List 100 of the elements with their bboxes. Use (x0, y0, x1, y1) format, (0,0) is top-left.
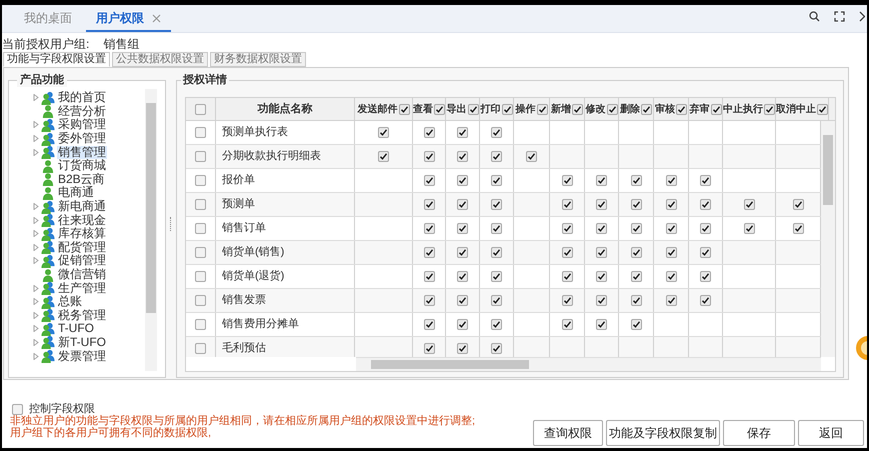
tab[interactable]: 公共数据权限设置 (112, 52, 208, 67)
checkbox[interactable] (572, 104, 583, 114)
checkbox[interactable] (491, 199, 502, 210)
tree-item[interactable]: T-UFO (57, 322, 95, 336)
tree-item[interactable]: 生产管理 (57, 282, 107, 295)
checkbox[interactable] (562, 223, 572, 234)
checkbox[interactable] (457, 199, 468, 210)
checkbox[interactable] (457, 127, 468, 138)
button[interactable]: 查询权限 (533, 420, 603, 446)
checkbox[interactable] (526, 151, 537, 162)
checkbox[interactable] (700, 271, 711, 282)
checkbox[interactable] (491, 343, 502, 354)
checkbox[interactable] (491, 319, 502, 330)
checkbox[interactable] (596, 271, 607, 282)
checkbox[interactable] (666, 295, 676, 306)
checkbox[interactable] (457, 247, 468, 258)
checkbox[interactable] (562, 295, 572, 306)
tree-item[interactable]: 我的首页 (57, 91, 107, 104)
tree-item[interactable]: 经营分析 (57, 104, 107, 118)
tree-item[interactable]: 订货商城 (57, 159, 107, 172)
tab[interactable]: 功能与字段权限设置 (3, 52, 110, 67)
checkbox[interactable] (596, 175, 607, 186)
checkbox[interactable] (195, 104, 206, 114)
checkbox[interactable] (630, 223, 642, 234)
tree-item[interactable]: 采购管理 (57, 118, 107, 132)
tree-item[interactable]: 销售管理 (57, 146, 107, 159)
checkbox[interactable] (641, 104, 652, 114)
checkbox[interactable] (630, 175, 642, 186)
scrollbar[interactable] (145, 89, 157, 371)
tree-item[interactable]: 新电商通 (57, 200, 107, 214)
checkbox[interactable] (666, 175, 676, 186)
checkbox[interactable] (666, 247, 676, 258)
fullscreen-icon[interactable] (834, 11, 845, 22)
scrollbar[interactable] (356, 357, 821, 371)
splitter-handle[interactable] (170, 216, 172, 230)
checkbox[interactable] (630, 199, 642, 210)
checkbox[interactable] (424, 151, 434, 162)
checkbox[interactable] (195, 295, 206, 306)
checkbox[interactable] (676, 104, 687, 114)
checkbox[interactable] (630, 295, 642, 306)
checkbox[interactable] (424, 223, 434, 234)
checkbox[interactable] (457, 175, 468, 186)
expand-icon[interactable] (33, 94, 39, 102)
checkbox[interactable] (491, 271, 502, 282)
checkbox[interactable] (710, 104, 722, 114)
tree-item[interactable]: 库存核算 (57, 227, 107, 240)
checkbox[interactable] (792, 199, 804, 210)
tree-item[interactable]: 税务管理 (57, 308, 107, 322)
checkbox[interactable] (378, 127, 389, 138)
checkbox[interactable] (457, 151, 468, 162)
checkbox[interactable] (562, 271, 572, 282)
tree-item[interactable]: 配货管理 (57, 240, 107, 254)
checkbox[interactable] (424, 271, 434, 282)
checkbox[interactable] (502, 104, 512, 114)
checkbox[interactable] (457, 223, 468, 234)
checkbox[interactable] (491, 127, 502, 138)
button[interactable]: 返回 (798, 420, 864, 446)
checkbox[interactable] (491, 295, 502, 306)
tab[interactable]: 用户权限 (86, 6, 171, 32)
tree-item[interactable]: B2B云商 (57, 172, 106, 186)
checkbox[interactable] (792, 223, 804, 234)
checkbox[interactable] (666, 271, 676, 282)
tree-item[interactable]: 总账 (57, 295, 83, 308)
checkbox[interactable] (195, 319, 206, 330)
checkbox[interactable] (562, 247, 572, 258)
checkbox[interactable] (424, 343, 434, 354)
checkbox[interactable] (596, 199, 607, 210)
checkbox[interactable] (606, 104, 618, 114)
checkbox[interactable] (195, 247, 206, 258)
checkbox[interactable] (195, 151, 206, 162)
tree-item[interactable]: 新T-UFO (57, 336, 107, 349)
checkbox[interactable] (424, 295, 434, 306)
checkbox[interactable] (700, 199, 711, 210)
checkbox[interactable] (596, 223, 607, 234)
checkbox[interactable] (744, 199, 754, 210)
checkbox[interactable] (424, 127, 434, 138)
checkbox[interactable] (195, 127, 206, 138)
checkbox[interactable] (424, 247, 434, 258)
checkbox[interactable] (195, 223, 206, 234)
checkbox[interactable] (700, 223, 711, 234)
checkbox[interactable] (457, 271, 468, 282)
checkbox[interactable] (562, 319, 572, 330)
checkbox[interactable] (491, 223, 502, 234)
checkbox[interactable] (536, 104, 548, 114)
scrollbar[interactable] (821, 121, 835, 357)
checkbox[interactable] (562, 199, 572, 210)
checkbox[interactable] (596, 319, 607, 330)
checkbox[interactable] (562, 175, 572, 186)
checkbox[interactable] (630, 247, 642, 258)
checkbox[interactable] (630, 271, 642, 282)
checkbox[interactable] (491, 247, 502, 258)
checkbox[interactable] (468, 104, 478, 114)
checkbox[interactable] (434, 104, 445, 114)
checkbox[interactable] (378, 151, 389, 162)
checkbox[interactable] (457, 295, 468, 306)
tree-item[interactable]: 电商通 (57, 186, 95, 200)
checkbox[interactable] (700, 295, 711, 306)
checkbox[interactable] (424, 319, 434, 330)
checkbox[interactable] (491, 175, 502, 186)
checkbox[interactable] (424, 175, 434, 186)
